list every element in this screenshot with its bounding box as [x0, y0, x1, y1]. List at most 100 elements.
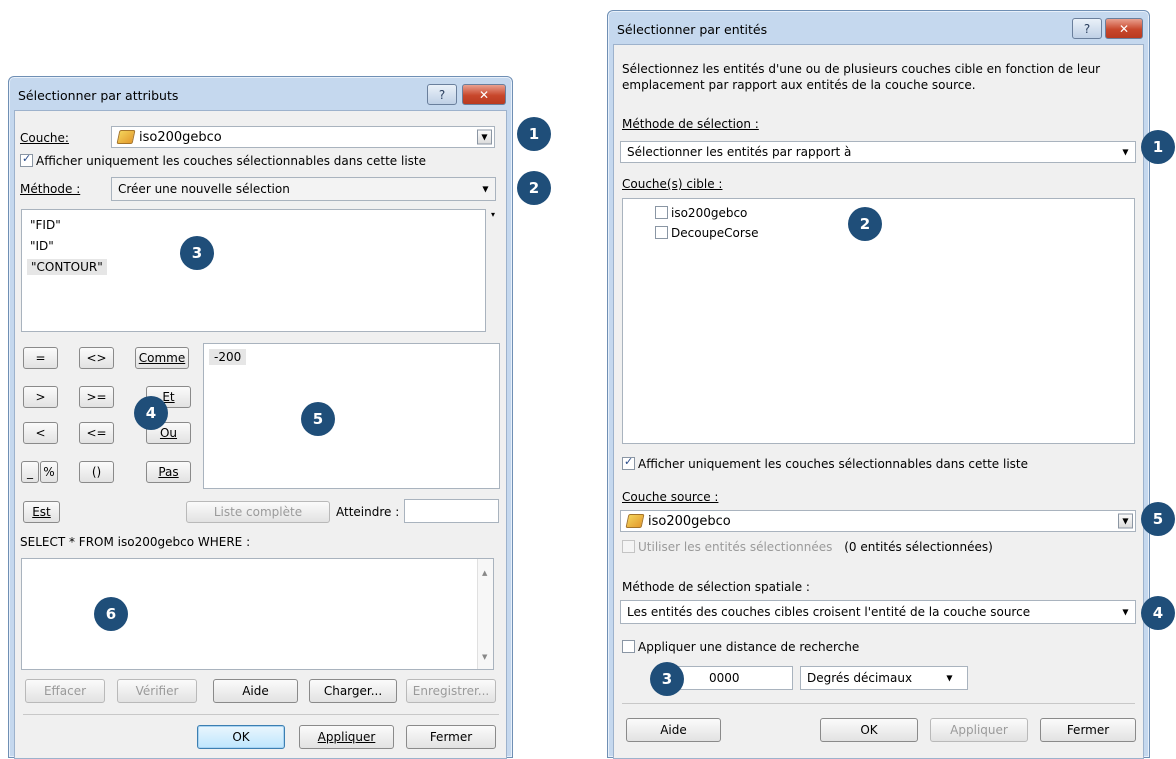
distance-value: 0000 [709, 671, 740, 685]
title-bar: Sélectionner par entités ? ✕ [613, 16, 1144, 42]
close-icon[interactable]: ✕ [1105, 18, 1143, 39]
apply-button[interactable]: Appliquer [299, 725, 394, 749]
unit-dropdown[interactable]: Degrés décimaux ▼ [800, 666, 968, 690]
distance-input[interactable]: 0000 [670, 666, 793, 690]
ok-button[interactable]: OK [197, 725, 285, 749]
source-dropdown[interactable]: iso200gebco ▼ [620, 510, 1136, 532]
list-item[interactable]: -200 [209, 349, 247, 365]
load-button[interactable]: Charger... [309, 679, 397, 703]
chevron-down-icon[interactable]: ▼ [1118, 513, 1133, 529]
chevron-down-icon[interactable]: ▼ [1118, 145, 1133, 160]
checkbox-icon[interactable] [655, 206, 668, 219]
scroll-down-icon[interactable]: ▼ [482, 653, 487, 661]
help-button[interactable]: Aide [213, 679, 298, 703]
less-equal-button[interactable]: <= [79, 422, 114, 444]
sql-prefix: SELECT * FROM iso200gebco WHERE : [20, 535, 251, 549]
scroll-up-icon[interactable]: ▲ [482, 569, 487, 577]
like-button[interactable]: Comme [135, 347, 189, 369]
close-button[interactable]: Fermer [406, 725, 496, 749]
save-button[interactable]: Enregistrer... [406, 679, 496, 703]
greater-equal-button[interactable]: >= [79, 386, 114, 408]
layer-icon [116, 130, 136, 144]
layer-item-decoupecorse[interactable]: DecoupeCorse [655, 226, 758, 240]
spatial-method-dropdown[interactable]: Les entités des couches cibles croisent … [620, 600, 1136, 624]
help-icon[interactable]: ? [427, 84, 457, 105]
layer-item-iso200gebco[interactable]: iso200gebco [655, 206, 747, 220]
verify-button[interactable]: Vérifier [117, 679, 197, 703]
show-selectable-checkbox[interactable]: Afficher uniquement les couches sélectio… [622, 455, 1029, 471]
help-button[interactable]: Aide [626, 718, 721, 742]
divider [622, 703, 1135, 704]
close-button[interactable]: Fermer [1040, 718, 1136, 742]
dialog-title: Sélectionner par entités [617, 21, 768, 37]
checkbox-icon[interactable] [622, 540, 635, 553]
clear-button[interactable]: Effacer [25, 679, 105, 703]
apply-button[interactable]: Appliquer [930, 718, 1028, 742]
callout-5: 5 [1141, 502, 1175, 536]
chevron-down-icon[interactable]: ▼ [477, 129, 492, 145]
dialog-body: Sélectionnez les entités d'une ou de plu… [613, 44, 1144, 759]
methode-dropdown[interactable]: Créer une nouvelle sélection ▼ [111, 177, 496, 201]
target-layers-list[interactable]: iso200gebco DecoupeCorse [622, 198, 1135, 444]
checkbox-icon[interactable] [622, 455, 635, 470]
use-selected-label: Utiliser les entités sélectionnées [638, 540, 833, 554]
callout-4: 4 [1141, 596, 1175, 630]
ok-button[interactable]: OK [820, 718, 918, 742]
underscore-button[interactable]: _ [21, 461, 39, 483]
chevron-down-icon[interactable]: ▼ [942, 671, 957, 686]
parentheses-button[interactable]: () [79, 461, 114, 483]
expression-textarea[interactable]: ▲ ▼ [21, 558, 494, 670]
search-distance-checkbox[interactable]: Appliquer une distance de recherche [622, 640, 859, 654]
is-button[interactable]: Est [23, 501, 60, 523]
list-item[interactable]: "CONTOUR" [27, 259, 107, 275]
callout-2: 2 [848, 207, 882, 241]
checkbox-icon[interactable] [655, 226, 668, 239]
fields-list[interactable]: "FID" "ID" "CONTOUR" [21, 209, 486, 332]
callout-1: 1 [1141, 130, 1175, 164]
not-button[interactable]: Pas [146, 461, 191, 483]
use-selected-checkbox[interactable]: Utiliser les entités sélectionnées (0 en… [622, 540, 993, 554]
chevron-down-icon[interactable]: ▼ [1118, 605, 1133, 620]
source-label: Couche source : [622, 490, 719, 504]
show-selectable-label: Afficher uniquement les couches sélectio… [638, 457, 1029, 471]
checkbox-icon[interactable] [622, 640, 635, 653]
less-button[interactable]: < [23, 422, 58, 444]
goto-input[interactable] [404, 499, 499, 523]
dialog-body: Couche: iso200gebco ▼ Afficher uniquemen… [14, 110, 507, 759]
method-dropdown[interactable]: Sélectionner les entités par rapport à ▼ [620, 141, 1136, 163]
greater-button[interactable]: > [23, 386, 58, 408]
scrollbar[interactable]: ▲ ▼ [477, 559, 493, 669]
methode-value: Créer une nouvelle sélection [118, 182, 290, 196]
unit-value: Degrés décimaux [807, 671, 913, 685]
dialog-title: Sélectionner par attributs [18, 87, 179, 103]
couche-dropdown[interactable]: iso200gebco ▼ [111, 126, 495, 148]
percent-button[interactable]: % [40, 461, 58, 483]
full-list-button[interactable]: Liste complète [186, 501, 330, 523]
method-label: Méthode de sélection : [622, 117, 759, 131]
callout-1: 1 [517, 117, 551, 151]
help-icon[interactable]: ? [1072, 18, 1102, 39]
close-icon[interactable]: ✕ [462, 84, 506, 105]
callout-4: 4 [134, 396, 168, 430]
list-item[interactable]: "FID" [30, 218, 61, 232]
list-item[interactable]: "ID" [30, 239, 54, 253]
goto-label: Atteindre : [336, 505, 400, 519]
chevron-down-icon[interactable]: ▼ [478, 182, 493, 197]
couche-label: Couche: [20, 131, 69, 145]
equals-button[interactable]: = [23, 347, 58, 369]
spatial-method-label: Méthode de sélection spatiale : [622, 580, 810, 594]
method-value: Sélectionner les entités par rapport à [627, 145, 852, 159]
show-selectable-checkbox[interactable]: Afficher uniquement les couches sélectio… [20, 152, 427, 168]
checkbox-icon[interactable] [20, 152, 33, 167]
values-list[interactable]: -200 [203, 343, 500, 489]
title-bar: Sélectionner par attributs ? ✕ [14, 82, 507, 108]
callout-6: 6 [94, 597, 128, 631]
show-selectable-label: Afficher uniquement les couches sélectio… [36, 154, 427, 168]
callout-3: 3 [650, 662, 684, 696]
not-equal-button[interactable]: <> [79, 347, 114, 369]
select-by-attributes-dialog: Sélectionner par attributs ? ✕ Couche: i… [8, 76, 513, 759]
layer-name: iso200gebco [671, 206, 748, 220]
spatial-method-value: Les entités des couches cibles croisent … [627, 605, 1031, 619]
search-distance-label: Appliquer une distance de recherche [638, 640, 860, 654]
callout-3: 3 [180, 236, 214, 270]
